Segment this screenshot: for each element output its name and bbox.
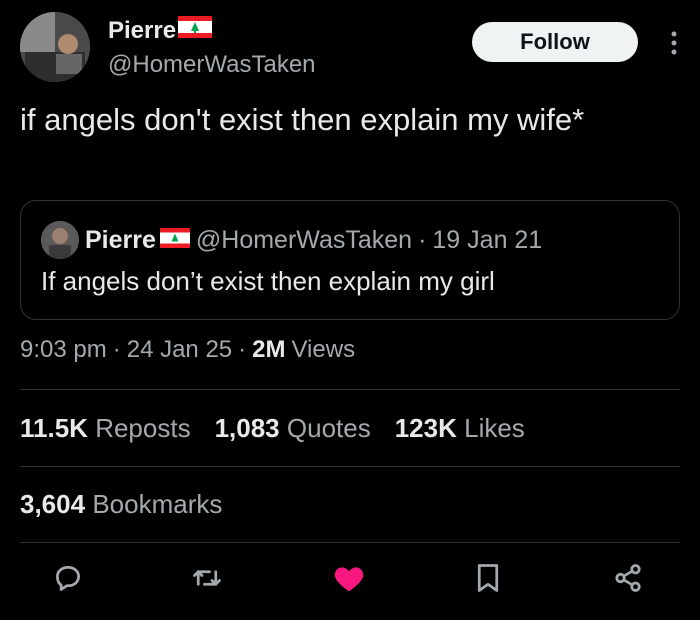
divider	[20, 542, 680, 543]
quote-date: 19 Jan 21	[432, 225, 543, 254]
follow-button[interactable]: Follow	[472, 22, 638, 62]
tweet-meta: 9:03 pm · 24 Jan 25 · 2M Views	[20, 336, 355, 364]
meta-separator: ·	[238, 336, 247, 363]
reposts-label: Reposts	[95, 413, 191, 443]
tweet-time[interactable]: 9:03 pm	[20, 336, 107, 364]
quote-handle: @HomerWasTaken	[195, 225, 413, 254]
share-icon[interactable]	[608, 558, 648, 598]
divider	[20, 389, 680, 390]
bookmarks-label: Bookmarks	[92, 489, 223, 519]
views-count: 2M	[252, 336, 286, 363]
engagement-stats: 11.5K Reposts 1,083 Quotes 123K Likes	[20, 413, 525, 444]
bookmarks-stat[interactable]: 3,604 Bookmarks	[20, 489, 222, 520]
quote-text: If angels don’t exist then explain my gi…	[41, 266, 495, 296]
like-icon[interactable]	[329, 558, 369, 598]
likes-label: Likes	[464, 413, 525, 443]
quote-separator: ·	[418, 225, 427, 254]
likes-count: 123K	[394, 413, 457, 443]
likes-stat[interactable]: 123K Likes	[395, 413, 525, 444]
bookmarks-count: 3,604	[20, 489, 86, 519]
repost-icon[interactable]	[187, 558, 227, 598]
more-options-icon[interactable]	[670, 30, 678, 56]
reply-icon[interactable]	[48, 558, 88, 598]
meta-separator: ·	[112, 336, 121, 363]
lebanon-flag-icon	[178, 16, 213, 45]
action-bar	[0, 558, 700, 608]
author-handle[interactable]: @HomerWasTaken	[108, 51, 316, 79]
reposts-stat[interactable]: 11.5K Reposts	[20, 413, 191, 444]
quotes-label: Quotes	[286, 413, 371, 443]
reposts-count: 11.5K	[20, 413, 88, 443]
author-avatar[interactable]	[20, 12, 90, 82]
quote-avatar	[41, 221, 79, 259]
author-display-name[interactable]: Pierre	[108, 17, 176, 45]
quote-display-name: Pierre	[85, 225, 156, 254]
tweet-header: Pierre @HomerWasTaken Follow	[20, 12, 686, 82]
quoted-tweet[interactable]: Pierre @HomerWasTaken · 19 Jan 21 If ang…	[20, 200, 680, 320]
quotes-count: 1,083	[214, 413, 280, 443]
divider	[20, 466, 680, 467]
views-label: Views	[291, 336, 356, 363]
tweet-date[interactable]: 24 Jan 25	[127, 336, 232, 364]
author-name[interactable]: Pierre	[108, 16, 316, 45]
quotes-stat[interactable]: 1,083 Quotes	[215, 413, 371, 444]
bookmark-icon[interactable]	[468, 558, 508, 598]
lebanon-flag-icon	[159, 226, 190, 255]
tweet-text: if angels don't exist then explain my wi…	[20, 102, 585, 137]
